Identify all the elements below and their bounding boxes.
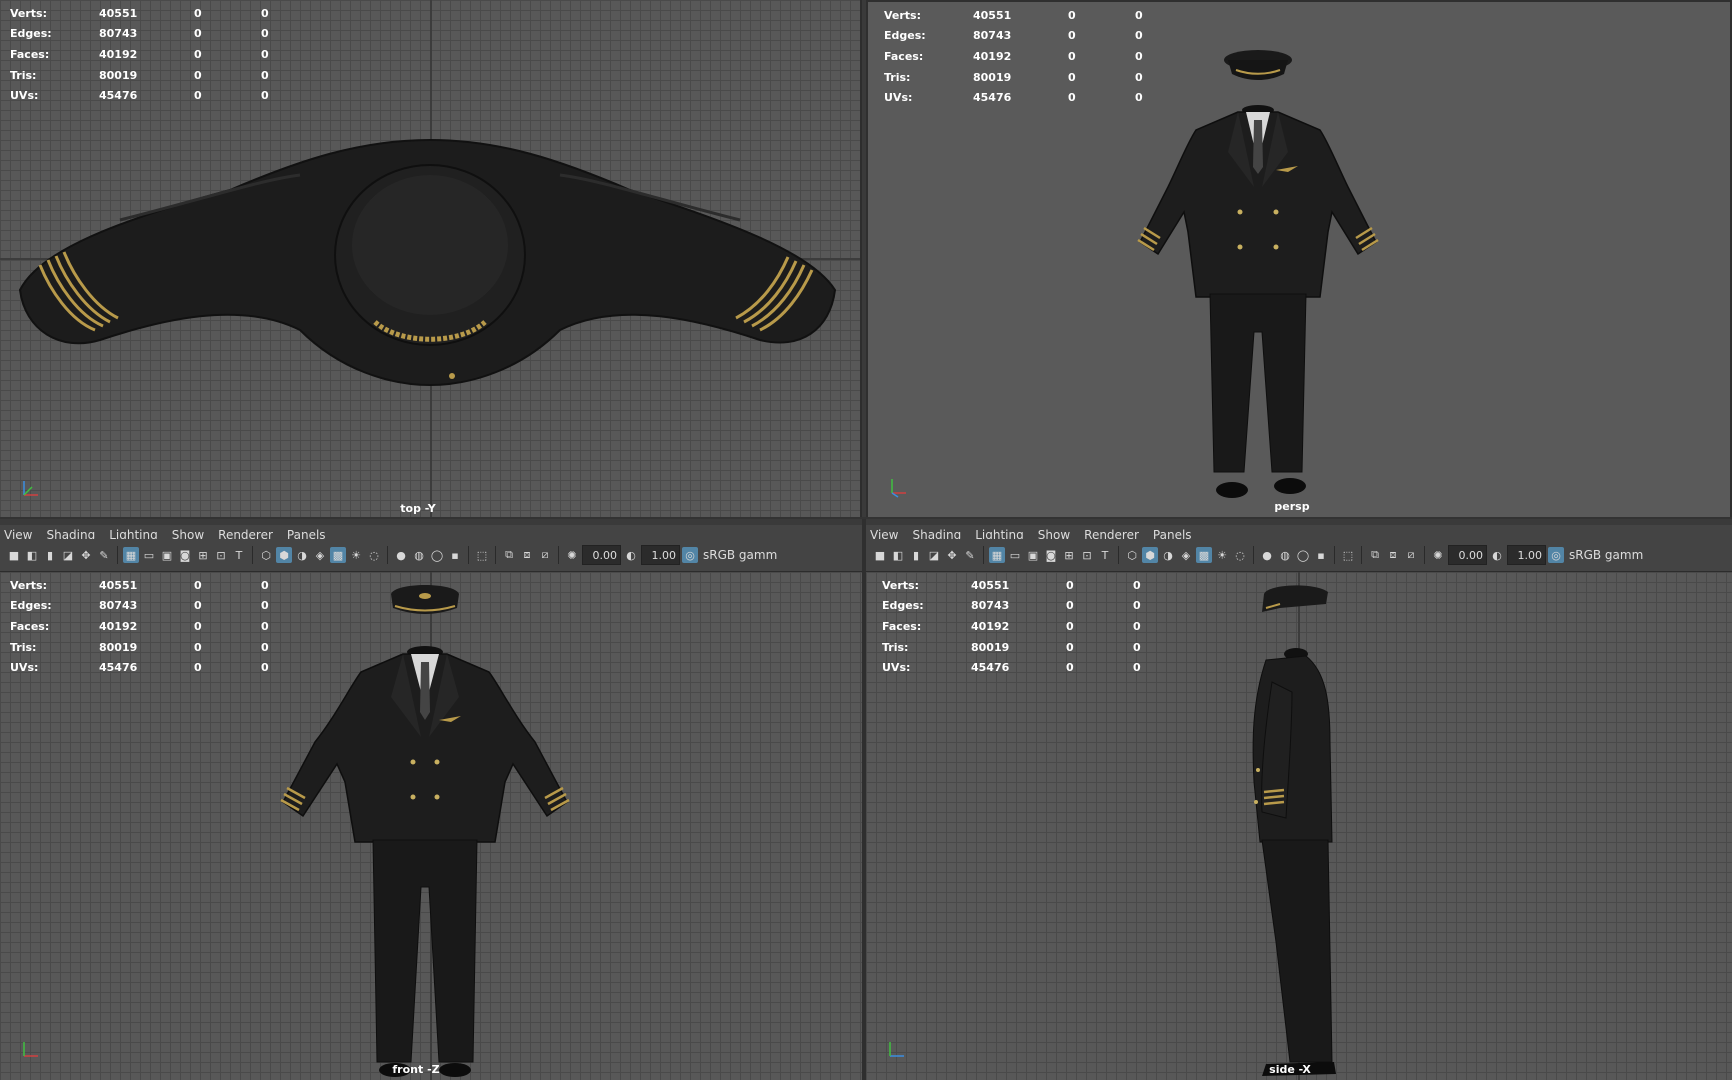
xray-components-icon[interactable]: ⧄ bbox=[537, 547, 553, 563]
camera-icon[interactable]: ■ bbox=[6, 547, 22, 563]
toolbar-separator bbox=[1118, 546, 1119, 564]
motion-blur-icon[interactable]: ◍ bbox=[411, 547, 427, 563]
gate-mask-icon[interactable]: ◙ bbox=[1043, 547, 1059, 563]
colorspace-icon[interactable]: ◎ bbox=[682, 547, 698, 563]
toolbar-separator bbox=[558, 546, 559, 564]
film-gate-icon[interactable]: ▭ bbox=[141, 547, 157, 563]
anti-aliasing-icon[interactable]: ◯ bbox=[429, 547, 445, 563]
toolbar-separator bbox=[252, 546, 253, 564]
depth-of-field-icon[interactable]: ▪ bbox=[447, 547, 463, 563]
shadows-icon[interactable]: ◌ bbox=[1232, 547, 1248, 563]
two-d-pan-icon[interactable]: ✥ bbox=[944, 547, 960, 563]
use-all-lights-icon[interactable]: ▩ bbox=[330, 547, 346, 563]
safe-action-icon[interactable]: ⊡ bbox=[213, 547, 229, 563]
gamma-icon[interactable]: ◐ bbox=[623, 547, 639, 563]
gamma-icon[interactable]: ◐ bbox=[1489, 547, 1505, 563]
toolbar-separator bbox=[1253, 546, 1254, 564]
viewport-divider bbox=[0, 517, 1732, 519]
camera-icon[interactable]: ■ bbox=[872, 547, 888, 563]
toolbar-separator bbox=[1334, 546, 1335, 564]
anti-aliasing-icon[interactable]: ◯ bbox=[1295, 547, 1311, 563]
textured-icon[interactable]: ◈ bbox=[1178, 547, 1194, 563]
toolbar-separator bbox=[983, 546, 984, 564]
bookmark-icon[interactable]: ▮ bbox=[42, 547, 58, 563]
camera-label: top -Y bbox=[400, 502, 436, 515]
gamma-field[interactable]: 1.00 bbox=[641, 545, 680, 565]
field-chart-icon[interactable]: ⊞ bbox=[195, 547, 211, 563]
safe-title-icon[interactable]: T bbox=[231, 547, 247, 563]
grease-pencil-icon[interactable]: ✎ bbox=[96, 547, 112, 563]
toolbar-separator bbox=[468, 546, 469, 564]
exposure-icon[interactable]: ✺ bbox=[1430, 547, 1446, 563]
light-icon[interactable]: ☀ bbox=[1214, 547, 1230, 563]
wireframe-on-shaded-icon[interactable]: ◑ bbox=[294, 547, 310, 563]
axis-gizmo-icon bbox=[23, 481, 38, 496]
image-plane-icon[interactable]: ◪ bbox=[926, 547, 942, 563]
gamma-field[interactable]: 1.00 bbox=[1507, 545, 1546, 565]
uniform-side-view bbox=[1252, 572, 1336, 1080]
camera-label: persp bbox=[1274, 500, 1310, 513]
toolbar-separator bbox=[387, 546, 388, 564]
grid-icon[interactable]: ▦ bbox=[989, 547, 1005, 563]
depth-of-field-icon[interactable]: ▪ bbox=[1313, 547, 1329, 563]
colorspace-label[interactable]: sRGB gamm bbox=[703, 548, 777, 562]
grease-pencil-icon[interactable]: ✎ bbox=[962, 547, 978, 563]
gate-mask-icon[interactable]: ◙ bbox=[177, 547, 193, 563]
colorspace-icon[interactable]: ◎ bbox=[1548, 547, 1564, 563]
shaded-icon[interactable]: ⬢ bbox=[276, 547, 292, 563]
safe-title-icon[interactable]: T bbox=[1097, 547, 1113, 563]
wireframe-icon[interactable]: ⬡ bbox=[258, 547, 274, 563]
panel-toolbar-side: ■ ◧ ▮ ◪ ✥ ✎ ▦ ▭ ▣ ◙ ⊞ ⊡ T ⬡ ⬢ ◑ ◈ ▩ ☀ ◌ … bbox=[866, 539, 1732, 572]
axis-gizmo-icon bbox=[891, 479, 906, 498]
toolbar-separator bbox=[1424, 546, 1425, 564]
field-chart-icon[interactable]: ⊞ bbox=[1061, 547, 1077, 563]
exposure-field[interactable]: 0.00 bbox=[582, 545, 621, 565]
wireframe-icon[interactable]: ⬡ bbox=[1124, 547, 1140, 563]
viewport-side[interactable]: Verts: 40551 0 0 Edges: 80743 0 0 Faces: 40192 0… bbox=[866, 572, 1732, 1080]
xray-icon[interactable]: ⧉ bbox=[1367, 547, 1383, 563]
uniform-front-view bbox=[280, 572, 570, 1080]
camera-attributes-icon[interactable]: ◧ bbox=[890, 547, 906, 563]
toolbar-separator bbox=[117, 546, 118, 564]
two-d-pan-icon[interactable]: ✥ bbox=[78, 547, 94, 563]
axis-gizmo-icon bbox=[23, 1042, 38, 1057]
isolate-icon[interactable]: ⬚ bbox=[1340, 547, 1356, 563]
toolbar-separator bbox=[495, 546, 496, 564]
xray-joints-icon[interactable]: ⧈ bbox=[519, 547, 535, 563]
shadows-icon[interactable]: ◌ bbox=[366, 547, 382, 563]
xray-icon[interactable]: ⧉ bbox=[501, 547, 517, 563]
motion-blur-icon[interactable]: ◍ bbox=[1277, 547, 1293, 563]
shaded-icon[interactable]: ⬢ bbox=[1142, 547, 1158, 563]
xray-components-icon[interactable]: ⧄ bbox=[1403, 547, 1419, 563]
bookmark-icon[interactable]: ▮ bbox=[908, 547, 924, 563]
exposure-field[interactable]: 0.00 bbox=[1448, 545, 1487, 565]
axis-gizmo-icon bbox=[889, 1042, 904, 1057]
wireframe-on-shaded-icon[interactable]: ◑ bbox=[1160, 547, 1176, 563]
viewport-persp[interactable]: Verts: 40551 0 0 Edges: 80743 0 0 Faces: 40192 0… bbox=[866, 0, 1732, 519]
light-icon[interactable]: ☀ bbox=[348, 547, 364, 563]
film-gate-icon[interactable]: ▭ bbox=[1007, 547, 1023, 563]
camera-label: side -X bbox=[1269, 1063, 1311, 1076]
textured-icon[interactable]: ◈ bbox=[312, 547, 328, 563]
safe-action-icon[interactable]: ⊡ bbox=[1079, 547, 1095, 563]
camera-label: front -Z bbox=[392, 1063, 440, 1076]
xray-joints-icon[interactable]: ⧈ bbox=[1385, 547, 1401, 563]
viewport-top[interactable]: Verts: 40551 0 0 Edges: 80743 0 0 Faces: 40192 0… bbox=[0, 0, 862, 519]
image-plane-icon[interactable]: ◪ bbox=[60, 547, 76, 563]
exposure-icon[interactable]: ✺ bbox=[564, 547, 580, 563]
colorspace-label[interactable]: sRGB gamm bbox=[1569, 548, 1643, 562]
resolution-gate-icon[interactable]: ▣ bbox=[159, 547, 175, 563]
camera-attributes-icon[interactable]: ◧ bbox=[24, 547, 40, 563]
uniform-top-view bbox=[0, 0, 860, 519]
use-all-lights-icon[interactable]: ▩ bbox=[1196, 547, 1212, 563]
ambient-occlusion-icon[interactable]: ● bbox=[393, 547, 409, 563]
uniform-persp-view bbox=[1137, 50, 1379, 498]
ambient-occlusion-icon[interactable]: ● bbox=[1259, 547, 1275, 563]
panel-toolbar-front: ■ ◧ ▮ ◪ ✥ ✎ ▦ ▭ ▣ ◙ ⊞ ⊡ T ⬡ ⬢ ◑ ◈ ▩ ☀ ◌ … bbox=[0, 539, 862, 572]
viewport-front[interactable]: Verts: 40551 0 0 Edges: 80743 0 0 Faces: 40192 0… bbox=[0, 572, 862, 1080]
isolate-icon[interactable]: ⬚ bbox=[474, 547, 490, 563]
resolution-gate-icon[interactable]: ▣ bbox=[1025, 547, 1041, 563]
grid-icon[interactable]: ▦ bbox=[123, 547, 139, 563]
toolbar-separator bbox=[1361, 546, 1362, 564]
